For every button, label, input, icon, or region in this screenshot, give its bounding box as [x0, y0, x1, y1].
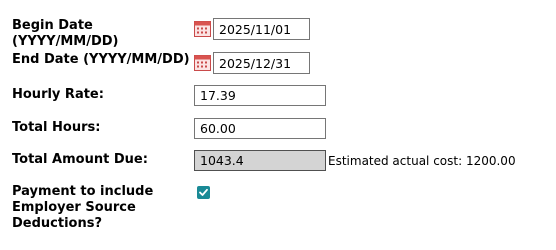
total-hours-label: Total Hours: [12, 120, 101, 135]
begin-date-label-line2: (YYYY/MM/DD) [12, 34, 119, 49]
hourly-rate-input[interactable] [194, 85, 326, 106]
payment-deductions-label: Payment to include Employer Source Deduc… [12, 184, 153, 232]
payment-deductions-label-line1: Payment to include [12, 184, 154, 199]
total-amount-due-field [194, 150, 326, 171]
hourly-rate-label: Hourly Rate: [12, 87, 104, 102]
begin-date-input[interactable] [213, 18, 310, 40]
payment-deductions-checkbox[interactable] [197, 186, 210, 199]
payment-deductions-label-line3: Deductions? [12, 216, 103, 231]
total-amount-due-label: Total Amount Due: [12, 152, 148, 167]
estimated-cost-note: Estimated actual cost: 1200.00 [328, 154, 516, 168]
begin-date-label-line1: Begin Date [12, 18, 93, 33]
begin-date-label: Begin Date (YYYY/MM/DD) [12, 18, 119, 50]
checkmark-icon [199, 188, 208, 196]
total-hours-input[interactable] [194, 118, 326, 139]
calendar-icon[interactable] [194, 54, 211, 71]
end-date-label: End Date (YYYY/MM/DD) [12, 52, 190, 67]
end-date-input[interactable] [213, 52, 310, 74]
calendar-icon[interactable] [194, 20, 211, 37]
payment-deductions-label-line2: Employer Source [12, 200, 136, 215]
